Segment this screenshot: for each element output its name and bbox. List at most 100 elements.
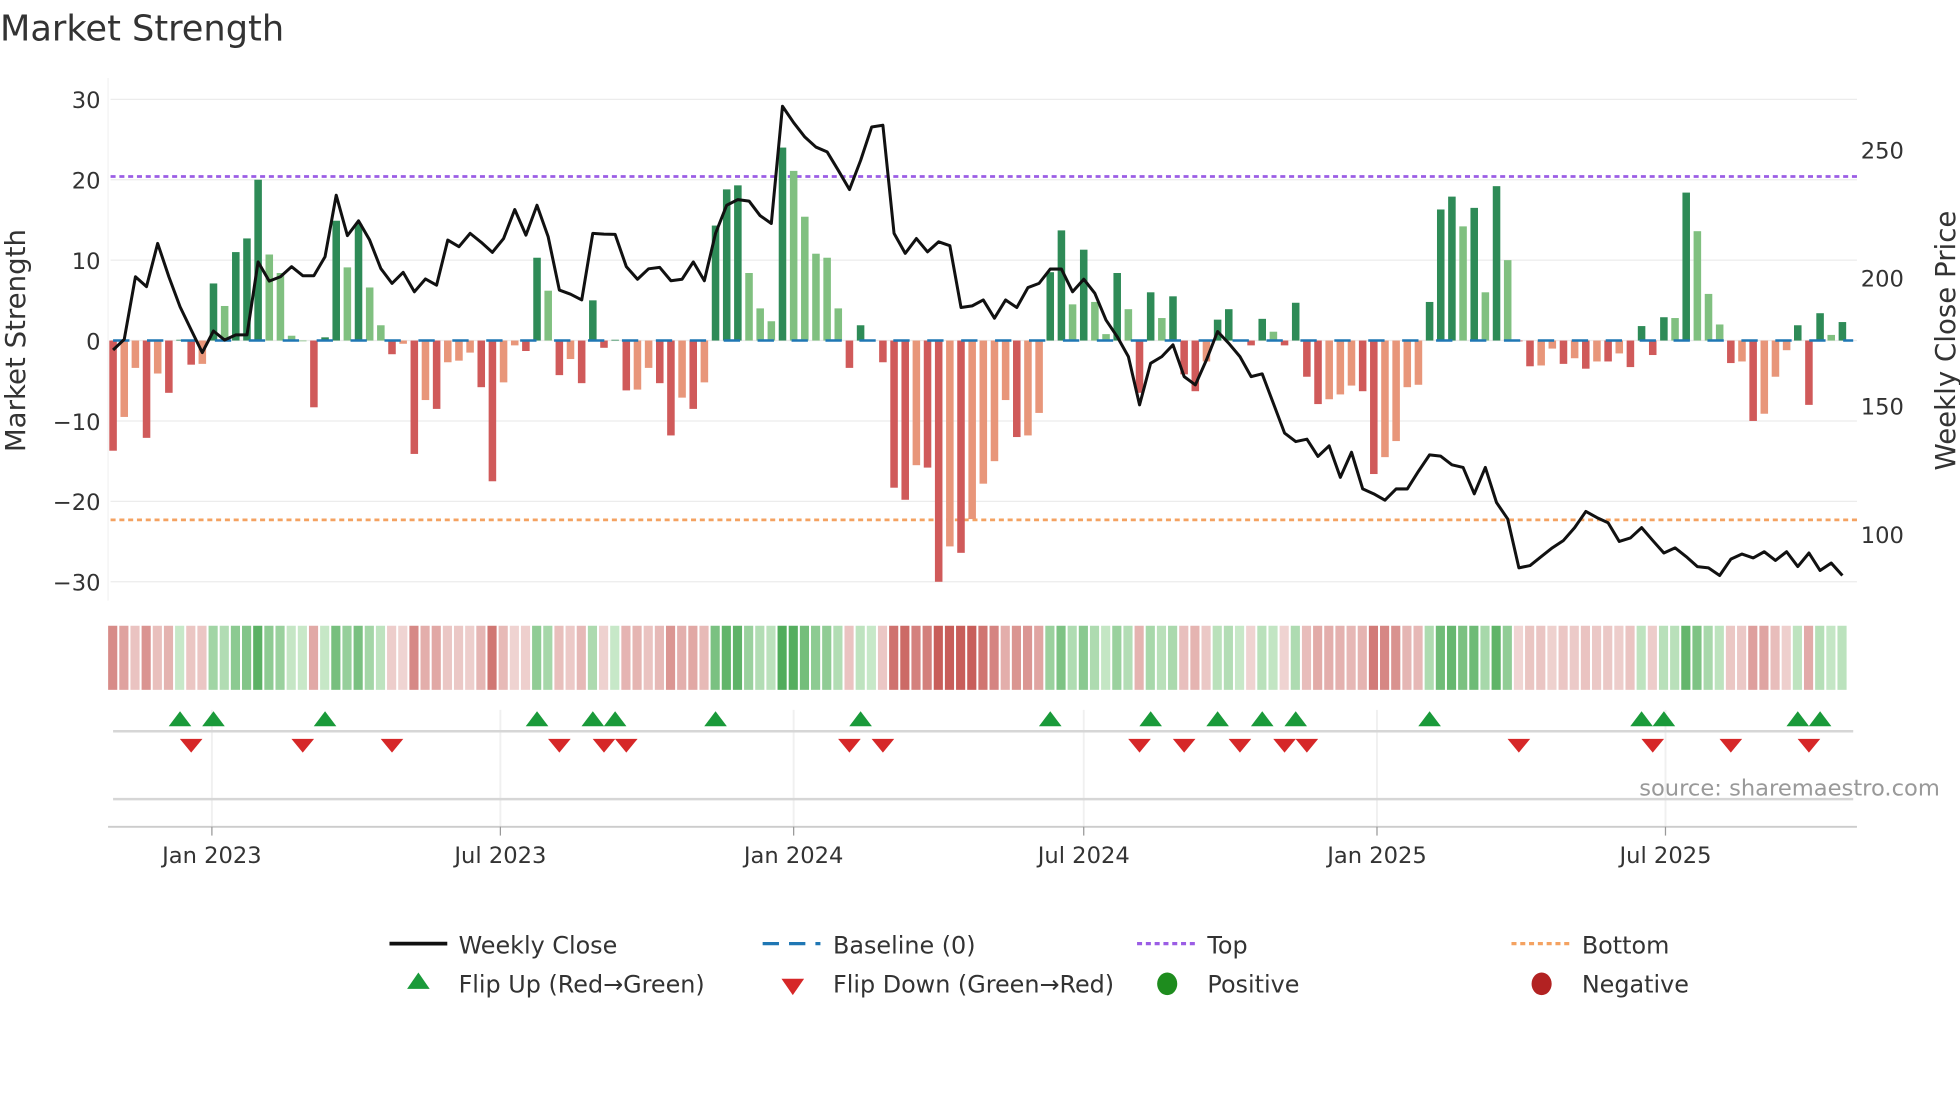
- strength-bar: [421, 340, 430, 401]
- heat-strip-cell: [1480, 625, 1490, 690]
- strength-bar: [1816, 313, 1824, 341]
- heat-strip-cell: [275, 625, 285, 690]
- strength-bar: [1448, 196, 1456, 341]
- strength-bar: [912, 340, 921, 466]
- strength-bar: [667, 340, 675, 436]
- heat-strip-cell: [476, 625, 486, 690]
- heat-strip-cell: [175, 625, 185, 690]
- heat-strip-cell: [822, 625, 832, 690]
- legend-label: Weekly Close: [459, 932, 618, 960]
- x-tick-label: Jan 2023: [160, 843, 262, 869]
- heat-strip-cell: [1502, 625, 1512, 690]
- heat-strip-cell: [1558, 625, 1568, 690]
- strength-bar: [354, 223, 363, 341]
- heat-strip-cell: [1022, 625, 1033, 690]
- strength-bar: [1347, 340, 1356, 386]
- heat-strip-cell: [877, 625, 888, 690]
- legend-item-top: Top: [1137, 932, 1248, 960]
- flip-up-marker: [1206, 711, 1229, 727]
- strength-bar: [1582, 340, 1590, 369]
- strength-bar: [1225, 309, 1233, 341]
- strength-bar: [1370, 340, 1378, 475]
- heat-strip-cell: [755, 625, 765, 690]
- strength-bar: [1381, 340, 1389, 458]
- heat-strip-cell: [732, 625, 743, 690]
- strength-bar: [589, 300, 597, 341]
- flip-down-marker: [1228, 738, 1252, 753]
- heat-strip-cell: [1658, 625, 1669, 690]
- strength-bar: [756, 308, 764, 341]
- chart-title: Market Strength: [0, 8, 284, 49]
- strength-bar: [856, 325, 865, 341]
- strength-bar: [1648, 340, 1657, 356]
- heat-strip-cell: [1446, 625, 1457, 690]
- heat-strip-cell: [699, 625, 709, 690]
- heat-strip-cell: [264, 625, 274, 690]
- strength-bar: [611, 339, 619, 341]
- flip-up-marker: [1139, 711, 1162, 727]
- heat-strip-cell: [152, 625, 162, 690]
- strength-bar: [1336, 340, 1345, 395]
- heat-strip-cell: [1324, 625, 1334, 690]
- strength-bar: [655, 340, 664, 384]
- strength-bar: [477, 340, 486, 388]
- heat-strip-cell: [710, 625, 720, 690]
- heat-strip-cell: [833, 625, 843, 690]
- heat-strip-cell: [1279, 625, 1289, 690]
- heat-strip-cell: [599, 625, 609, 690]
- heat-strip-cell: [665, 625, 676, 690]
- flip-down-marker: [614, 738, 638, 753]
- flip-up-marker: [603, 711, 627, 727]
- strength-bar: [1314, 340, 1322, 405]
- strength-bar: [946, 340, 954, 547]
- heat-strip-cell: [788, 625, 798, 690]
- strength-bar: [789, 170, 798, 341]
- heat-strip-cell: [1179, 625, 1189, 690]
- heat-strip-cell: [1547, 625, 1557, 690]
- y-tick-label: 10: [72, 249, 101, 275]
- heat-strip-cell: [498, 625, 508, 690]
- strength-bar: [1682, 192, 1690, 341]
- strength-bar: [1057, 230, 1066, 341]
- strength-bar: [1738, 340, 1746, 362]
- y-tick-label: −30: [53, 571, 101, 597]
- heat-strip-cell: [967, 625, 977, 690]
- strength-bar: [310, 340, 318, 408]
- strength-bar: [1526, 340, 1534, 367]
- heat-strip-cell: [487, 625, 497, 690]
- heat-strip-cell: [1056, 625, 1066, 690]
- heat-strip-cell: [1525, 625, 1535, 690]
- strength-bar: [1068, 304, 1077, 341]
- flip-up-marker: [1418, 711, 1441, 727]
- flip-down-marker: [291, 738, 315, 753]
- strength-bar: [555, 340, 564, 376]
- heat-strip-cell: [532, 625, 542, 690]
- x-tick-label: Jan 2025: [1325, 843, 1427, 869]
- strength-bar: [644, 340, 653, 368]
- heat-strip-cell: [409, 625, 419, 690]
- heat-strip-cell: [1837, 625, 1847, 690]
- flip-up-marker: [1250, 711, 1274, 727]
- strength-bar: [332, 220, 340, 341]
- heat-strip-cell: [1402, 625, 1412, 690]
- flip-up-marker: [581, 711, 605, 727]
- strength-bar: [153, 340, 162, 374]
- legend-item-positive: Positive: [1157, 971, 1299, 999]
- heat-strip-cell: [509, 625, 519, 690]
- strength-bar: [700, 340, 709, 383]
- heat-strip-cell: [654, 625, 664, 690]
- flip-up-marker: [849, 711, 872, 727]
- flip-down-marker: [179, 738, 203, 753]
- heat-strip-cell: [766, 625, 776, 690]
- heat-strip-cell: [375, 625, 386, 690]
- heat-strip-cell: [119, 625, 129, 690]
- strength-bar: [1459, 226, 1467, 341]
- strength-bar: [1035, 340, 1043, 413]
- strength-bar: [1414, 340, 1423, 385]
- heat-strip-cell: [320, 625, 330, 690]
- strength-bar: [1626, 340, 1635, 368]
- strength-bar: [510, 340, 519, 346]
- y2-tick-label: 250: [1861, 138, 1904, 164]
- heat-strip-cell: [1101, 625, 1111, 690]
- strength-bar: [1124, 309, 1133, 341]
